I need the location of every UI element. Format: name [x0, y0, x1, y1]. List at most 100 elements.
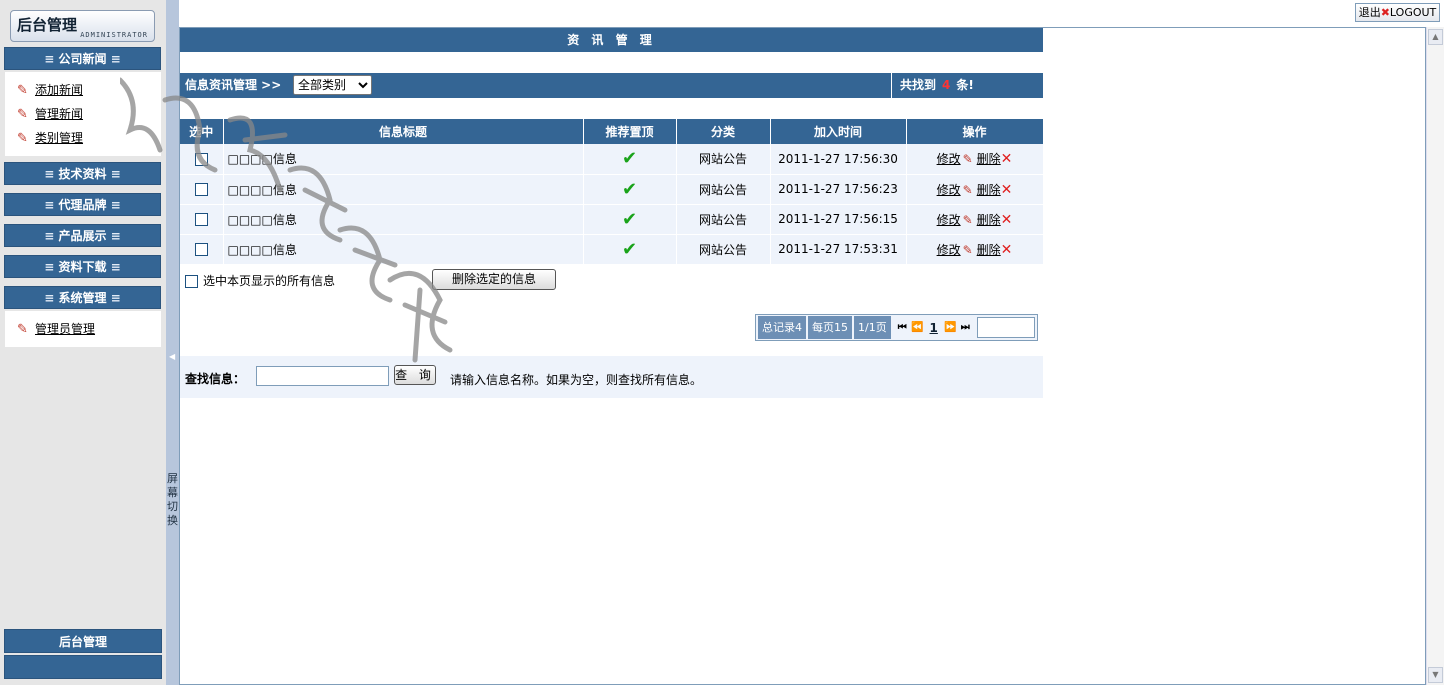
- nav-group-company-news[interactable]: 公司新闻: [4, 47, 161, 70]
- checkmark-icon: ✔: [621, 148, 638, 170]
- screen-switch-label[interactable]: 屏幕切换: [167, 472, 178, 528]
- pencil-icon: ✎: [17, 107, 28, 122]
- col-header-select: 选中: [180, 119, 224, 144]
- col-header-time: 加入时间: [770, 119, 907, 144]
- nav-group-agent-brands[interactable]: 代理品牌: [4, 193, 161, 216]
- nav-item-admin-manage[interactable]: ✎ 管理员管理: [17, 319, 95, 339]
- pencil-icon[interactable]: ✎: [963, 243, 973, 257]
- scroll-up-icon[interactable]: ▲: [1428, 29, 1443, 45]
- filter-bar: 信息资讯管理 >> 全部类别 共找到 4 条!: [180, 73, 1043, 98]
- logo-subtitle: ADMINISTRATOR: [80, 31, 148, 39]
- pagination: 总记录4 每页15 1/1页 ⏮ ⏪ 1 ⏩ ⏭: [755, 314, 1038, 341]
- nav-group-products[interactable]: 产品展示: [4, 224, 161, 247]
- vertical-scrollbar[interactable]: ▲ ▼: [1426, 27, 1444, 685]
- nav-item-label: 管理新闻: [35, 107, 84, 121]
- frame-splitter[interactable]: ◀ 屏幕切换: [166, 0, 179, 685]
- search-input[interactable]: [256, 366, 389, 386]
- delete-link[interactable]: 删除: [977, 183, 1001, 197]
- delete-x-icon[interactable]: ✕: [1001, 151, 1013, 167]
- filter-label: 信息资讯管理 >>: [185, 78, 282, 92]
- row-title: □□□□信息: [223, 234, 584, 265]
- table-row: □□□□信息 ✔ 网站公告 2011-1-27 17:53:31 修改 ✎ 删除✕: [180, 234, 1044, 265]
- next-page-icon[interactable]: ⏩: [943, 322, 958, 333]
- nav-group-tech-docs[interactable]: 技术资料: [4, 162, 161, 185]
- row-category: 网站公告: [676, 204, 771, 235]
- col-header-title: 信息标题: [223, 119, 584, 144]
- delete-link[interactable]: 删除: [977, 213, 1001, 227]
- logout-en-label: LOGOUT: [1389, 6, 1437, 19]
- row-category: 网站公告: [676, 234, 771, 265]
- row-time: 2011-1-27 17:56:30: [770, 144, 907, 175]
- last-page-icon[interactable]: ⏭: [958, 322, 973, 333]
- table-row: □□□□信息 ✔ 网站公告 2011-1-27 17:56:23 修改 ✎ 删除✕: [180, 174, 1044, 205]
- delete-selected-button[interactable]: 删除选定的信息: [432, 269, 556, 290]
- col-header-actions: 操作: [906, 119, 1044, 144]
- nav-group-system-items: ✎ 管理员管理: [4, 310, 162, 348]
- row-time: 2011-1-27 17:53:31: [770, 234, 907, 265]
- logout-button[interactable]: 退出✖LOGOUT: [1355, 3, 1440, 22]
- select-all-option[interactable]: 选中本页显示的所有信息: [185, 272, 335, 290]
- pencil-icon[interactable]: ✎: [963, 152, 973, 166]
- category-select[interactable]: 全部类别: [293, 75, 372, 95]
- current-page-link[interactable]: 1: [925, 321, 943, 335]
- prev-page-icon[interactable]: ⏪: [910, 322, 925, 333]
- delete-x-icon[interactable]: ✕: [1001, 212, 1013, 228]
- pencil-icon: ✎: [17, 322, 28, 337]
- nav-item-label: 管理员管理: [35, 322, 96, 336]
- per-page: 每页15: [808, 316, 852, 339]
- page-title: 资 讯 管 理: [180, 28, 1043, 52]
- sidebar: 后台管理 ADMINISTRATOR 公司新闻 ✎ 添加新闻 ✎ 管理新闻 ✎ 类别管…: [0, 0, 166, 685]
- sidebar-footer-bar: [4, 655, 162, 679]
- count-value: 4: [942, 78, 951, 92]
- pencil-icon[interactable]: ✎: [963, 213, 973, 227]
- edit-link[interactable]: 修改: [937, 152, 961, 166]
- nav-item-manage-news[interactable]: ✎ 管理新闻: [17, 104, 83, 124]
- row-checkbox[interactable]: [194, 243, 208, 256]
- edit-link[interactable]: 修改: [937, 213, 961, 227]
- news-table: 选中 信息标题 推荐置顶 分类 加入时间 操作 □□□□信息 ✔ 网站公告 20…: [180, 119, 1044, 265]
- nav-group-company-news-items: ✎ 添加新闻 ✎ 管理新闻 ✎ 类别管理: [4, 71, 162, 157]
- checkmark-icon: ✔: [621, 238, 638, 260]
- nav-group-system[interactable]: 系统管理: [4, 286, 161, 309]
- row-checkbox[interactable]: [194, 213, 208, 226]
- row-title: □□□□信息: [223, 204, 584, 235]
- nav-item-category-manage[interactable]: ✎ 类别管理: [17, 128, 83, 148]
- edit-link[interactable]: 修改: [937, 183, 961, 197]
- delete-x-icon[interactable]: ✕: [1001, 242, 1013, 258]
- goto-page-input[interactable]: [976, 317, 1035, 338]
- search-hint: 请输入信息名称。如果为空，则查找所有信息。: [450, 373, 703, 387]
- result-count: 共找到 4 条!: [891, 73, 1043, 98]
- select-all-checkbox[interactable]: [185, 275, 198, 288]
- checkmark-icon: ✔: [621, 208, 638, 230]
- nav-item-label: 类别管理: [35, 131, 84, 145]
- search-bar: 查找信息： 查 询 请输入信息名称。如果为空，则查找所有信息。: [180, 356, 1043, 398]
- col-header-category: 分类: [676, 119, 771, 144]
- count-suffix: 条!: [956, 78, 974, 92]
- collapse-arrow-icon[interactable]: ◀: [169, 352, 175, 361]
- nav-item-add-news[interactable]: ✎ 添加新闻: [17, 80, 83, 100]
- row-checkbox[interactable]: [194, 152, 208, 166]
- delete-x-icon[interactable]: ✕: [1001, 182, 1013, 198]
- delete-link[interactable]: 删除: [977, 243, 1001, 257]
- table-row: □□□□信息 ✔ 网站公告 2011-1-27 17:56:30 修改 ✎ 删除✕: [180, 144, 1044, 175]
- nav-item-label: 添加新闻: [35, 83, 84, 97]
- col-header-top: 推荐置顶: [583, 119, 677, 144]
- pencil-icon[interactable]: ✎: [963, 183, 973, 197]
- admin-logo: 后台管理 ADMINISTRATOR: [10, 10, 155, 42]
- search-label: 查找信息：: [185, 372, 246, 386]
- page-of-pages: 1/1页: [854, 316, 891, 339]
- close-icon: ✖: [1380, 6, 1390, 19]
- search-button[interactable]: 查 询: [394, 365, 436, 385]
- row-checkbox[interactable]: [194, 183, 208, 196]
- count-prefix: 共找到: [900, 78, 937, 92]
- row-category: 网站公告: [676, 174, 771, 205]
- scroll-down-icon[interactable]: ▼: [1428, 667, 1443, 683]
- pencil-icon: ✎: [17, 83, 28, 98]
- table-row: □□□□信息 ✔ 网站公告 2011-1-27 17:56:15 修改 ✎ 删除✕: [180, 204, 1044, 235]
- edit-link[interactable]: 修改: [937, 243, 961, 257]
- first-page-icon[interactable]: ⏮: [895, 322, 910, 333]
- select-all-label: 选中本页显示的所有信息: [203, 274, 336, 288]
- delete-link[interactable]: 删除: [977, 152, 1001, 166]
- nav-group-downloads[interactable]: 资料下载: [4, 255, 161, 278]
- logo-title: 后台管理: [17, 16, 78, 34]
